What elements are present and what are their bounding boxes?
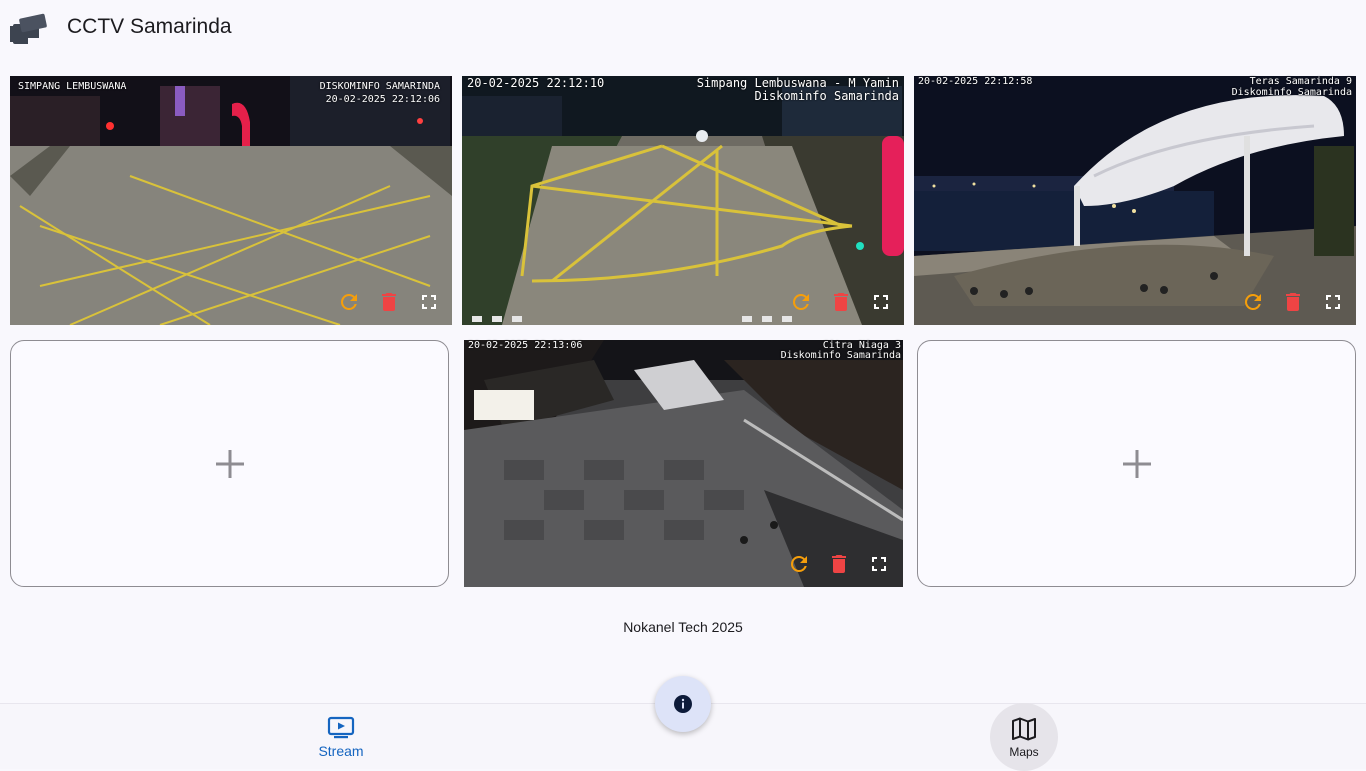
camera-feed-4[interactable]: 20-02-2025 22:13:06 Citra Niaga 3 Diskom… bbox=[464, 340, 903, 587]
fullscreen-icon bbox=[1326, 295, 1340, 309]
camera-feed-image bbox=[10, 76, 452, 325]
camera-feed-1[interactable]: SIMPANG LEMBUSWANA DISKOMINFO SAMARINDA … bbox=[10, 76, 452, 325]
info-fab-button[interactable] bbox=[655, 676, 711, 732]
fullscreen-icon bbox=[874, 295, 888, 309]
camera-source-label: Diskominfo Samarinda bbox=[780, 350, 901, 361]
refresh-button[interactable] bbox=[788, 289, 814, 315]
camera-location-label: SIMPANG LEMBUSWANA bbox=[18, 81, 127, 92]
camera-source-label: Diskominfo Samarinda bbox=[1231, 87, 1352, 98]
fullscreen-icon bbox=[872, 557, 886, 571]
camera-feed-image bbox=[462, 76, 904, 325]
nav-item-stream[interactable]: Stream bbox=[309, 714, 373, 759]
app-header: CCTV Samarinda bbox=[0, 0, 1366, 56]
add-icon bbox=[215, 449, 244, 478]
delete-button[interactable] bbox=[828, 289, 854, 315]
refresh-icon bbox=[790, 556, 807, 572]
footer-credit: Nokanel Tech 2025 bbox=[623, 619, 743, 635]
info-icon bbox=[674, 695, 692, 713]
refresh-icon bbox=[340, 294, 357, 310]
fullscreen-button[interactable] bbox=[416, 289, 442, 315]
camera-feed-image bbox=[464, 340, 903, 587]
camera-feed-image bbox=[914, 76, 1356, 325]
fullscreen-button[interactable] bbox=[866, 551, 892, 577]
delete-button[interactable] bbox=[1280, 289, 1306, 315]
add-icon bbox=[1122, 449, 1151, 478]
camera-timestamp: 20-02-2025 22:12:06 bbox=[325, 94, 440, 105]
add-camera-slot[interactable] bbox=[10, 340, 449, 587]
refresh-icon bbox=[1244, 294, 1261, 310]
nav-item-maps[interactable]: Maps bbox=[990, 703, 1058, 771]
camera-timestamp: 20-02-2025 22:12:58 bbox=[918, 76, 1033, 87]
delete-icon bbox=[382, 293, 396, 311]
fullscreen-icon bbox=[422, 295, 436, 309]
camera-source-label: Diskominfo Samarinda bbox=[754, 89, 900, 103]
camera-location-label: Teras Samarinda 9 bbox=[1249, 76, 1352, 87]
add-camera-slot[interactable] bbox=[917, 340, 1356, 587]
map-icon bbox=[1012, 717, 1036, 741]
refresh-button[interactable] bbox=[786, 551, 812, 577]
camera-timestamp: 20-02-2025 22:13:06 bbox=[468, 340, 583, 351]
camera-feed-2[interactable]: 20-02-2025 22:12:10 Simpang Lembuswana -… bbox=[462, 76, 904, 325]
fullscreen-button[interactable] bbox=[868, 289, 894, 315]
nav-label-stream: Stream bbox=[318, 743, 364, 759]
delete-icon bbox=[834, 293, 848, 311]
stream-tv-icon bbox=[327, 716, 355, 739]
camera-feed-3[interactable]: 20-02-2025 22:12:58 Teras Samarinda 9 Di… bbox=[914, 76, 1356, 325]
camera-timestamp: 20-02-2025 22:12:10 bbox=[467, 76, 605, 90]
refresh-button[interactable] bbox=[1240, 289, 1266, 315]
fullscreen-button[interactable] bbox=[1320, 289, 1346, 315]
camera-source-label: DISKOMINFO SAMARINDA bbox=[319, 81, 440, 92]
refresh-button[interactable] bbox=[336, 289, 362, 315]
delete-button[interactable] bbox=[826, 551, 852, 577]
nav-label-maps: Maps bbox=[1009, 745, 1039, 759]
app-title: CCTV Samarinda bbox=[67, 15, 232, 38]
delete-button[interactable] bbox=[376, 289, 402, 315]
cctv-camera-icon bbox=[10, 13, 47, 45]
delete-icon bbox=[832, 555, 846, 573]
refresh-icon bbox=[792, 294, 809, 310]
delete-icon bbox=[1286, 293, 1300, 311]
